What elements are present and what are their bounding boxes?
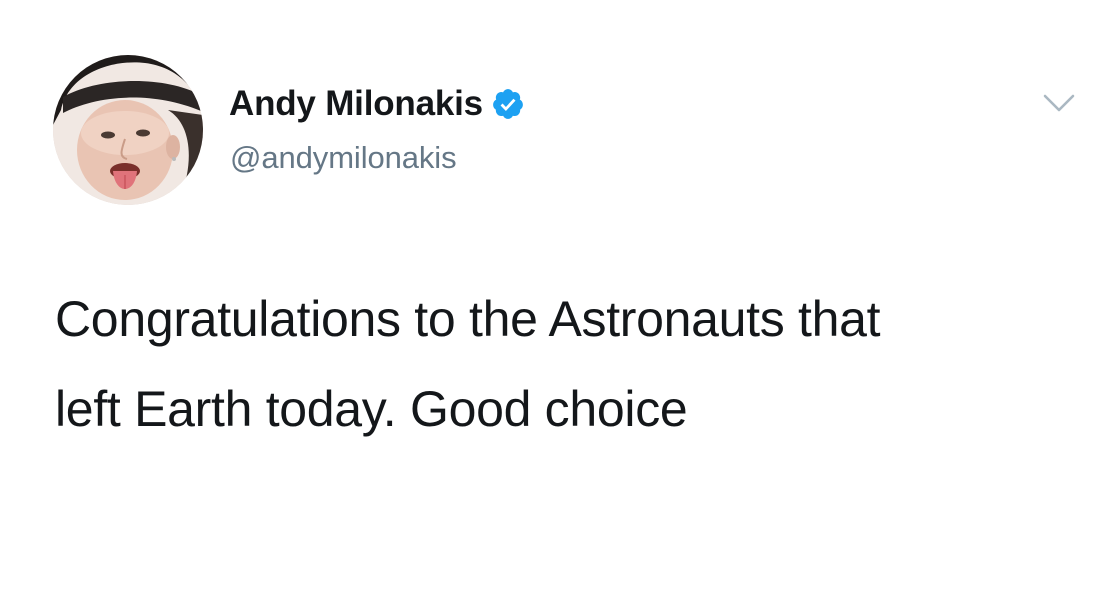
verified-badge-icon	[491, 87, 525, 121]
avatar-photo-icon	[53, 55, 203, 205]
avatar[interactable]	[53, 55, 203, 205]
tweet-text-line: Congratulations to the Astronauts that	[55, 291, 881, 347]
chevron-down-icon[interactable]	[1042, 91, 1076, 115]
tweet-text: Congratulations to the Astronauts that l…	[55, 274, 1075, 454]
tweet-card: Andy Milonakis @andymilonakis Congratula…	[0, 0, 1114, 611]
tweet-text-line: left Earth today. Good choice	[55, 381, 688, 437]
author-name[interactable]: Andy Milonakis	[229, 84, 483, 124]
author-name-row[interactable]: Andy Milonakis	[229, 84, 525, 124]
author-handle[interactable]: @andymilonakis	[230, 140, 457, 176]
